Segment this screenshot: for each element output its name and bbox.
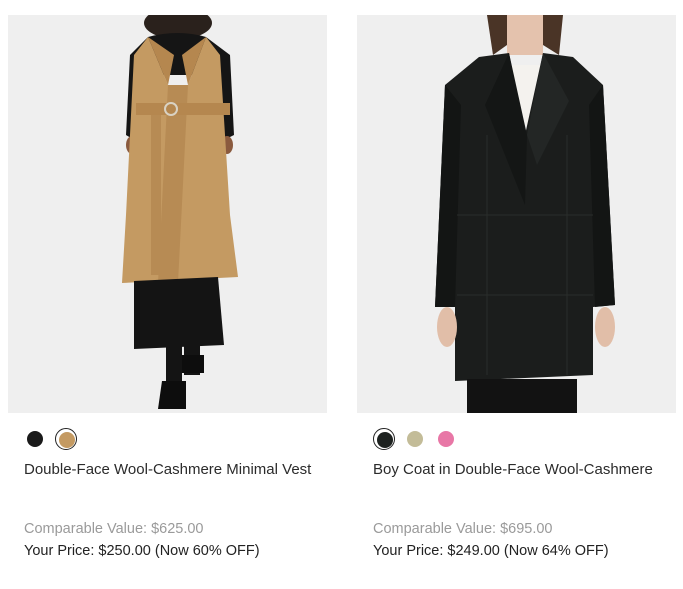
swatch-dot <box>59 432 75 448</box>
product-image[interactable] <box>8 15 327 413</box>
color-swatch-khaki[interactable] <box>404 428 426 450</box>
swatch-dot <box>377 432 393 448</box>
color-swatch-camel[interactable] <box>55 428 77 450</box>
color-swatch-black[interactable] <box>373 428 395 450</box>
swatch-dot <box>407 431 423 447</box>
product-image[interactable] <box>357 15 676 413</box>
swatch-dot <box>27 431 43 447</box>
comparable-value: Comparable Value: $695.00 <box>373 521 553 537</box>
comparable-value: Comparable Value: $625.00 <box>24 521 204 537</box>
color-swatch-black[interactable] <box>24 428 46 450</box>
your-price: Your Price: $249.00 (Now 64% OFF) <box>373 543 609 559</box>
swatch-dot <box>438 431 454 447</box>
product-title[interactable]: Boy Coat in Double-Face Wool-Cashmere <box>373 459 663 481</box>
product-title[interactable]: Double-Face Wool-Cashmere Minimal Vest <box>24 459 314 481</box>
color-swatch-pink[interactable] <box>435 428 457 450</box>
your-price: Your Price: $250.00 (Now 60% OFF) <box>24 543 260 559</box>
